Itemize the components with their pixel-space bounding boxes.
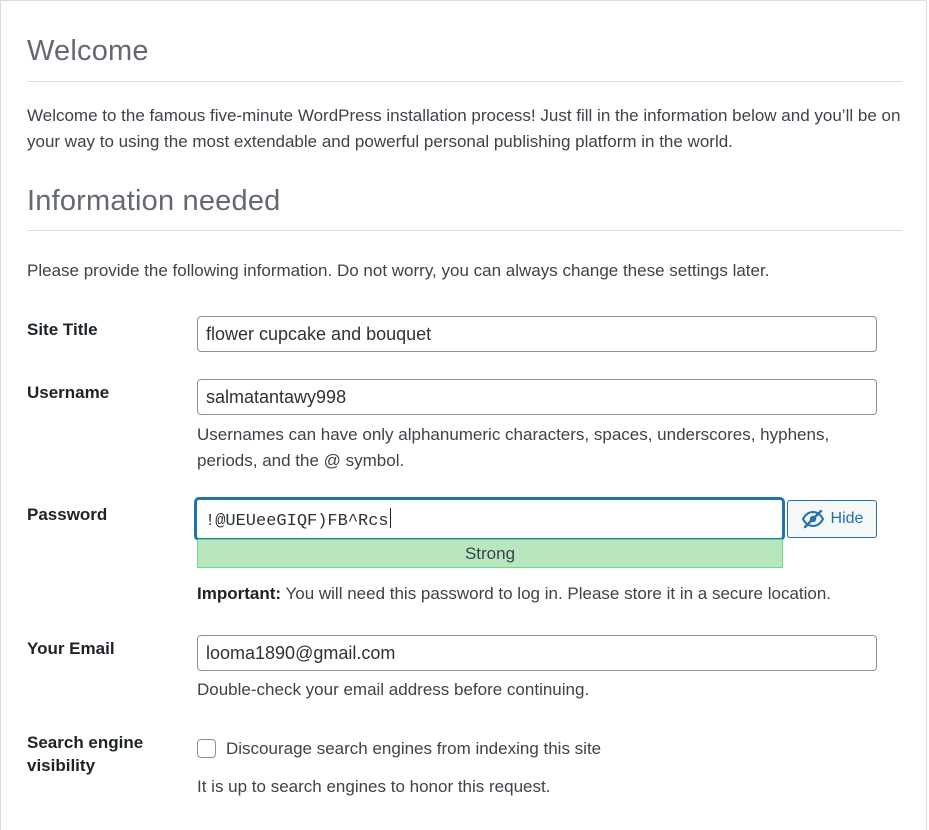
site-title-input[interactable]: flower cupcake and bouquet xyxy=(197,316,877,352)
welcome-intro: Welcome to the famous five-minute WordPr… xyxy=(27,106,901,151)
password-input[interactable]: !@UEUeeGIQF)FB^Rcs xyxy=(195,498,784,540)
discourage-search-checkbox[interactable] xyxy=(197,739,216,758)
email-input[interactable]: looma1890@gmail.com xyxy=(197,635,877,671)
discourage-search-label[interactable]: Discourage search engines from indexing … xyxy=(226,737,601,761)
search-visibility-hint: It is up to search engines to honor this… xyxy=(197,777,551,796)
email-label: Your Email xyxy=(27,639,115,658)
username-label: Username xyxy=(27,383,110,402)
username-hint: Usernames can have only alphanumeric cha… xyxy=(197,422,829,474)
username-hint-line1: Usernames can have only alphanumeric cha… xyxy=(197,425,830,444)
install-card: Welcome Welcome to the famous five-minut… xyxy=(0,0,927,830)
password-label: Password xyxy=(27,505,108,524)
username-input[interactable]: salmatantawy998 xyxy=(197,379,877,415)
important-text: You will need this password to log in. P… xyxy=(281,584,832,603)
divider xyxy=(27,230,902,231)
username-hint-line2: periods, and the @ symbol. xyxy=(197,451,405,470)
password-strength-meter: Strong xyxy=(197,539,783,568)
info-heading: Information needed xyxy=(27,185,281,217)
welcome-heading: Welcome xyxy=(27,35,149,67)
hide-button-label: Hide xyxy=(830,510,864,527)
hide-password-button[interactable]: Hide xyxy=(787,500,877,538)
search-visibility-label-line1: Search engine xyxy=(27,733,144,752)
email-hint: Double-check your email address before c… xyxy=(197,680,590,699)
text-caret xyxy=(389,508,391,528)
password-value: !@UEUeeGIQF)FB^Rcs xyxy=(205,508,391,531)
password-important-note: Important: You will need this password t… xyxy=(197,581,831,607)
search-visibility-label: Search engine visibility xyxy=(27,731,143,777)
important-label: Important: xyxy=(197,584,282,603)
eye-slash-icon xyxy=(801,509,825,529)
divider xyxy=(27,81,902,82)
info-note: Please provide the following information… xyxy=(27,261,770,280)
site-title-label: Site Title xyxy=(27,320,98,339)
search-visibility-label-line2: visibility xyxy=(27,756,96,775)
